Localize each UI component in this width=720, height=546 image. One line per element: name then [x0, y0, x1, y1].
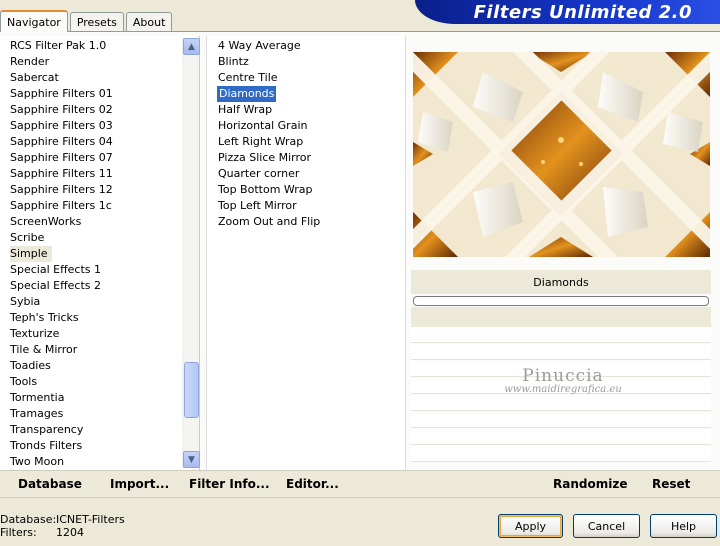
- progress-bar: [413, 296, 709, 306]
- category-item[interactable]: ScreenWorks: [10, 214, 199, 230]
- filter-info-button[interactable]: Filter Info...: [189, 477, 270, 491]
- category-item[interactable]: Sapphire Filters 12: [10, 182, 199, 198]
- category-item[interactable]: Scribe: [10, 230, 199, 246]
- tab-label: Presets: [76, 16, 117, 29]
- editor-button[interactable]: Editor...: [286, 477, 339, 491]
- cancel-button[interactable]: Cancel: [573, 514, 640, 538]
- chevron-up-icon: ▲: [188, 41, 195, 52]
- category-item[interactable]: Two Moon: [10, 454, 199, 470]
- category-item[interactable]: Tile & Mirror: [10, 342, 199, 358]
- category-item[interactable]: Sybia: [10, 294, 199, 310]
- preview-image: [413, 52, 710, 257]
- separator-band: [411, 307, 711, 327]
- app-title: Filters Unlimited 2.0: [473, 1, 692, 23]
- filter-item[interactable]: Half Wrap: [218, 102, 405, 118]
- category-item[interactable]: Sapphire Filters 03: [10, 118, 199, 134]
- filters-label: Filters:: [0, 526, 37, 539]
- status-info: Database: ICNET-Filters Filters: 1204: [0, 513, 125, 539]
- category-item[interactable]: Sapphire Filters 01: [10, 86, 199, 102]
- scroll-down-button[interactable]: ▼: [183, 451, 200, 468]
- category-item[interactable]: Teph's Tricks: [10, 310, 199, 326]
- selected-filter-name: Diamonds: [411, 270, 711, 294]
- control-row: [411, 429, 711, 445]
- filter-item[interactable]: Quarter corner: [218, 166, 405, 182]
- filter-item[interactable]: Top Bottom Wrap: [218, 182, 405, 198]
- category-item[interactable]: Transparency: [10, 422, 199, 438]
- category-item[interactable]: Tools: [10, 374, 199, 390]
- filter-item[interactable]: 4 Way Average: [218, 38, 405, 54]
- scroll-up-button[interactable]: ▲: [183, 38, 200, 55]
- database-value: ICNET-Filters: [56, 513, 125, 526]
- control-row: [411, 395, 711, 411]
- category-item[interactable]: Toadies: [10, 358, 199, 374]
- help-button[interactable]: Help: [650, 514, 717, 538]
- filter-list[interactable]: 4 Way Average Blintz Centre Tile Diamonds Ha…: [206, 36, 406, 470]
- tab-presets[interactable]: Presets: [69, 12, 124, 32]
- control-row: [411, 344, 711, 360]
- database-button[interactable]: Database: [18, 477, 82, 491]
- tab-strip: Navigator Presets About: [0, 10, 174, 32]
- category-item[interactable]: Special Effects 2: [10, 278, 199, 294]
- app-title-banner: Filters Unlimited 2.0: [415, 0, 720, 24]
- filter-item[interactable]: Top Left Mirror: [218, 198, 405, 214]
- category-item[interactable]: Render: [10, 54, 199, 70]
- tab-about[interactable]: About: [125, 12, 173, 32]
- control-row: [411, 446, 711, 462]
- filter-item[interactable]: Pizza Slice Mirror: [218, 150, 405, 166]
- category-scrollbar[interactable]: ▲ ▼: [182, 38, 200, 468]
- tab-label: Navigator: [7, 15, 61, 29]
- control-row: [411, 327, 711, 343]
- filter-controls-panel: Diamonds Pinuccia www.maidiregrafica.eu: [411, 270, 711, 470]
- control-row: [411, 412, 711, 428]
- randomize-button[interactable]: Randomize: [553, 477, 627, 491]
- category-item[interactable]: Sapphire Filters 04: [10, 134, 199, 150]
- tab-label: About: [132, 16, 166, 29]
- filter-item[interactable]: Left Right Wrap: [218, 134, 405, 150]
- category-item[interactable]: Tramages: [10, 406, 199, 422]
- category-item[interactable]: Sabercat: [10, 70, 199, 86]
- filter-item[interactable]: Diamonds: [217, 86, 277, 102]
- filter-item[interactable]: Horizontal Grain: [218, 118, 405, 134]
- filter-item[interactable]: Zoom Out and Flip: [218, 214, 405, 230]
- chevron-down-icon: ▼: [188, 454, 195, 465]
- category-item[interactable]: Sapphire Filters 1c: [10, 198, 199, 214]
- category-item[interactable]: Sapphire Filters 07: [10, 150, 199, 166]
- diamond-pattern-image: [413, 52, 710, 257]
- category-item[interactable]: Simple: [10, 246, 52, 262]
- apply-button[interactable]: Apply: [498, 514, 563, 538]
- reset-button[interactable]: Reset: [652, 477, 690, 491]
- category-item[interactable]: Tormentia: [10, 390, 199, 406]
- control-row: [411, 361, 711, 377]
- category-item[interactable]: RCS Filter Pak 1.0: [10, 38, 199, 54]
- scroll-thumb[interactable]: [184, 362, 199, 418]
- category-item[interactable]: Sapphire Filters 02: [10, 102, 199, 118]
- filters-count: 1204: [56, 526, 84, 539]
- category-list[interactable]: RCS Filter Pak 1.0 Render Sabercat Sapphire…: [0, 36, 200, 470]
- database-label: Database:: [0, 513, 57, 526]
- category-item[interactable]: Texturize: [10, 326, 199, 342]
- category-item[interactable]: Special Effects 1: [10, 262, 199, 278]
- import-button[interactable]: Import...: [110, 477, 169, 491]
- category-item[interactable]: Sapphire Filters 11: [10, 166, 199, 182]
- control-row: [411, 378, 711, 394]
- category-item[interactable]: Tronds Filters: [10, 438, 199, 454]
- filter-item[interactable]: Blintz: [218, 54, 405, 70]
- tab-navigator[interactable]: Navigator: [0, 10, 68, 32]
- filter-item[interactable]: Centre Tile: [218, 70, 405, 86]
- bottom-toolbar: Database Import... Filter Info... Editor…: [0, 470, 720, 498]
